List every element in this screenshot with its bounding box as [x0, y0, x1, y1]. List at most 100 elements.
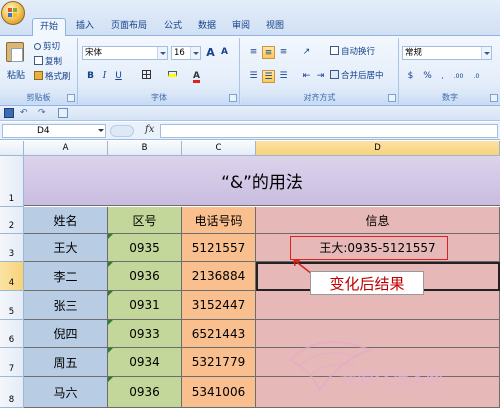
format-painter-button[interactable]: 格式刷 — [34, 71, 71, 84]
area-cell[interactable]: 0933 — [108, 320, 182, 348]
info-cell[interactable] — [256, 320, 500, 348]
increase-indent-icon[interactable]: ⇥ — [314, 70, 327, 83]
row-header-8[interactable]: 8 — [0, 377, 24, 408]
align-top-icon[interactable]: ≡ — [247, 46, 260, 59]
customize-qat-icon[interactable] — [58, 108, 68, 118]
font-name-value: 宋体 — [85, 48, 103, 58]
decrease-indent-icon[interactable]: ⇤ — [300, 70, 313, 83]
info-cell[interactable] — [256, 291, 500, 320]
font-launcher-icon[interactable] — [229, 94, 237, 102]
phone-cell[interactable]: 5341006 — [182, 377, 256, 408]
borders-button[interactable] — [140, 70, 153, 83]
tab-page-layout[interactable]: 页面布局 — [106, 18, 152, 36]
format-painter-label: 格式刷 — [45, 72, 71, 82]
column-header-b[interactable]: B — [108, 141, 182, 156]
name-cell[interactable]: 王大 — [24, 234, 108, 262]
increase-decimal-icon[interactable]: .00 — [452, 70, 465, 83]
font-size-select[interactable]: 16 — [171, 46, 201, 60]
row-header-3[interactable]: 3 — [0, 234, 24, 262]
number-format-value: 常规 — [405, 48, 423, 58]
row-header-5[interactable]: 5 — [0, 291, 24, 320]
area-cell[interactable]: 0934 — [108, 348, 182, 377]
name-cell[interactable]: 李二 — [24, 262, 108, 291]
alignment-group-label: 对齐方式 — [241, 92, 398, 104]
font-name-select[interactable]: 宋体 — [82, 46, 168, 60]
alignment-launcher-icon[interactable] — [388, 94, 396, 102]
fill-color-button[interactable] — [166, 70, 179, 83]
column-header-a[interactable]: A — [24, 141, 108, 156]
cut-button[interactable]: 剪切 — [34, 41, 60, 54]
row-header-6[interactable]: 6 — [0, 320, 24, 348]
tab-insert[interactable]: 插入 — [72, 18, 98, 36]
tab-formulas[interactable]: 公式 — [160, 18, 186, 36]
merge-center-label: 合并后居中 — [341, 71, 384, 81]
column-header-d[interactable]: D — [256, 141, 500, 156]
area-cell[interactable]: 0931 — [108, 291, 182, 320]
office-logo-icon — [8, 8, 18, 18]
header-phone-cell[interactable]: 电话号码 — [182, 207, 256, 234]
bold-button[interactable]: B — [84, 70, 97, 83]
tab-review[interactable]: 审阅 — [228, 18, 254, 36]
paste-label: 粘贴 — [6, 71, 25, 81]
align-right-icon[interactable]: ☰ — [277, 70, 290, 83]
number-launcher-icon[interactable] — [490, 94, 498, 102]
number-format-select[interactable]: 常规 — [402, 46, 492, 60]
sheet-title-cell[interactable]: “&”的用法 — [24, 156, 500, 206]
copy-button[interactable]: 复制 — [34, 56, 62, 69]
select-all-corner[interactable] — [0, 141, 24, 156]
insert-function-icon[interactable]: fx — [145, 124, 154, 135]
comma-style-icon[interactable]: , — [436, 70, 449, 83]
tab-home[interactable]: 开始 — [32, 18, 66, 37]
font-group-label: 字体 — [79, 92, 239, 104]
column-header-c[interactable]: C — [182, 141, 256, 156]
name-cell[interactable]: 马六 — [24, 377, 108, 408]
row-header-7[interactable]: 7 — [0, 348, 24, 377]
merge-center-button[interactable]: 合并后居中 — [330, 70, 384, 83]
phone-cell[interactable]: 5321779 — [182, 348, 256, 377]
row-header-2[interactable]: 2 — [0, 207, 24, 234]
phone-cell[interactable]: 6521443 — [182, 320, 256, 348]
wrap-text-button[interactable]: 自动换行 — [330, 46, 375, 59]
tab-data[interactable]: 数据 — [194, 18, 220, 36]
row-header-1[interactable]: 1 — [0, 156, 24, 207]
cut-label: 剪切 — [43, 42, 61, 52]
phone-cell[interactable]: 3152447 — [182, 291, 256, 320]
borders-icon — [142, 70, 151, 79]
name-cell[interactable]: 周五 — [24, 348, 108, 377]
align-center-icon[interactable]: ☰ — [262, 70, 275, 83]
currency-icon[interactable]: $ — [404, 70, 417, 83]
header-area-cell[interactable]: 区号 — [108, 207, 182, 234]
formula-input[interactable] — [160, 124, 498, 138]
underline-button[interactable]: U — [112, 70, 125, 83]
orientation-icon[interactable]: ↗ — [300, 46, 313, 59]
undo-icon[interactable]: ↶ — [20, 108, 30, 118]
name-box[interactable]: D4 — [2, 124, 106, 138]
area-cell[interactable]: 0936 — [108, 377, 182, 408]
chevron-down-icon — [481, 47, 491, 59]
area-cell[interactable]: 0935 — [108, 234, 182, 262]
row-header-4[interactable]: 4 — [0, 262, 24, 291]
align-middle-icon[interactable]: ≡ — [262, 46, 275, 59]
clipboard-launcher-icon[interactable] — [67, 94, 75, 102]
name-cell[interactable]: 张三 — [24, 291, 108, 320]
paste-button[interactable]: 粘贴 — [3, 40, 29, 90]
save-icon[interactable] — [4, 108, 14, 118]
name-cell[interactable]: 倪四 — [24, 320, 108, 348]
grow-font-button[interactable]: A — [204, 46, 217, 59]
phone-cell[interactable]: 2136884 — [182, 262, 256, 291]
redo-icon[interactable]: ↷ — [38, 108, 48, 118]
font-color-button[interactable]: A — [190, 70, 203, 83]
header-name-cell[interactable]: 姓名 — [24, 207, 108, 234]
tab-view[interactable]: 视图 — [262, 18, 288, 36]
align-bottom-icon[interactable]: ≡ — [277, 46, 290, 59]
italic-button[interactable]: I — [98, 70, 111, 83]
align-left-icon[interactable]: ☰ — [247, 70, 260, 83]
formula-bar-splitter[interactable] — [110, 125, 134, 137]
header-info-cell[interactable]: 信息 — [256, 207, 500, 234]
office-button[interactable] — [1, 1, 25, 25]
area-cell[interactable]: 0936 — [108, 262, 182, 291]
phone-cell[interactable]: 5121557 — [182, 234, 256, 262]
decrease-decimal-icon[interactable]: .0 — [470, 70, 483, 83]
shrink-font-button[interactable]: A — [218, 46, 231, 59]
percent-icon[interactable]: % — [421, 70, 434, 83]
